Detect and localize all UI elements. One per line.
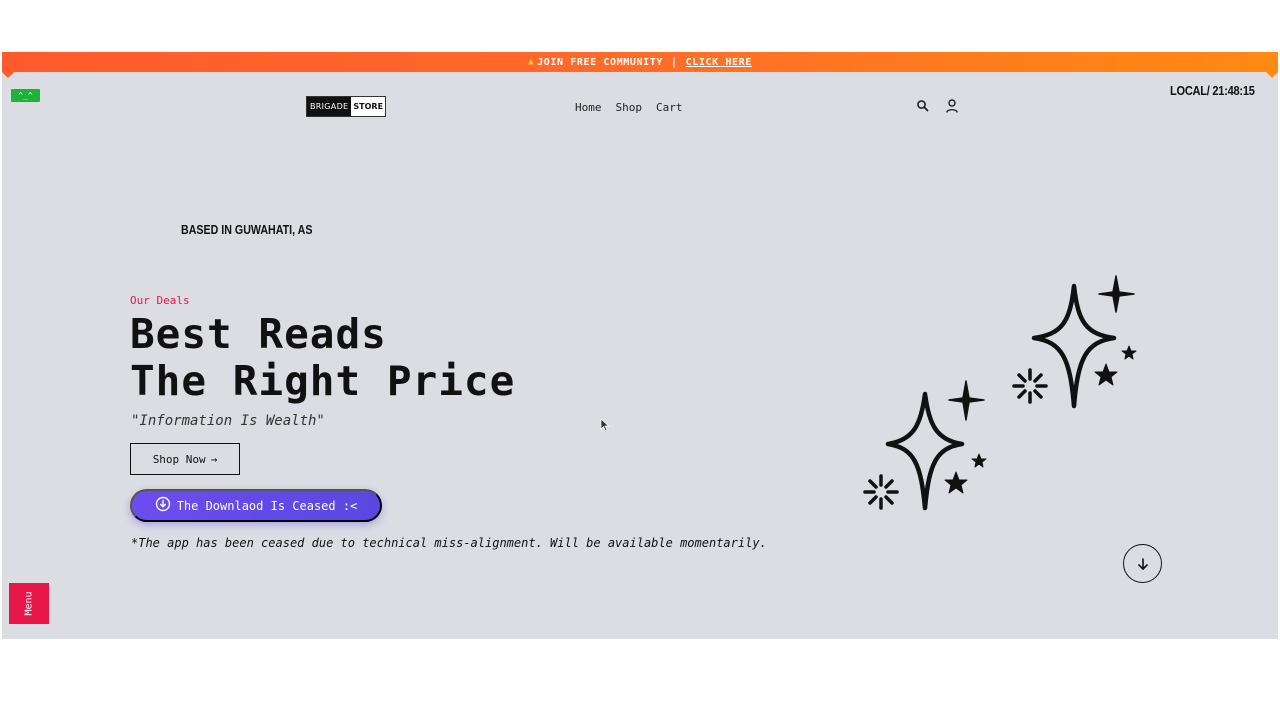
user-icon[interactable] — [944, 98, 960, 114]
brand-logo[interactable]: BRIGADE STORE — [306, 96, 386, 117]
flame-icon: ▲ — [528, 57, 535, 67]
logo-store: STORE — [353, 102, 384, 111]
download-button[interactable]: The Downlaod Is Ceased :< — [130, 489, 382, 522]
mouse-cursor — [600, 418, 610, 432]
headline-line-2: The Right Price — [130, 357, 516, 405]
page-viewport: ▲ JOIN FREE COMMUNITY | CLICK HERE ^_^ B… — [2, 52, 1278, 639]
search-icon[interactable] — [915, 98, 931, 114]
terminal-badge[interactable]: ^_^ — [11, 89, 40, 102]
promo-text: JOIN FREE COMMUNITY — [537, 56, 663, 68]
promo-separator: | — [670, 56, 678, 68]
main-nav: Home Shop Cart — [575, 101, 683, 114]
menu-tab-label: Menu — [23, 591, 35, 616]
nav-home[interactable]: Home — [575, 101, 602, 114]
arrow-right-icon: → — [210, 452, 218, 466]
promo-link[interactable]: CLICK HERE — [686, 57, 752, 68]
download-label: The Downlaod Is Ceased :< — [176, 498, 358, 513]
nav-cart[interactable]: Cart — [656, 101, 683, 114]
menu-tab[interactable]: Menu — [9, 583, 49, 624]
deals-eyebrow: Our Deals — [130, 294, 190, 307]
local-clock: LOCAL/ 21:48:15 — [1170, 83, 1255, 98]
nav-shop[interactable]: Shop — [616, 101, 643, 114]
hero-tagline: "Information Is Wealth" — [131, 413, 325, 429]
shop-now-label: Shop Now — [152, 452, 206, 466]
hero-headline: Best Reads The Right Price — [130, 311, 515, 405]
download-icon — [155, 496, 171, 515]
shop-now-button[interactable]: Shop Now → — [130, 443, 240, 475]
logo-brigade: BRIGADE — [307, 97, 352, 116]
scroll-down-button[interactable] — [1123, 544, 1162, 583]
promo-corner-right — [1266, 72, 1278, 78]
location-label: BASED IN GUWAHATI, AS — [181, 222, 313, 237]
ceased-notice: *The app has been ceased due to technica… — [131, 536, 767, 550]
headline-line-1: Best Reads — [130, 310, 387, 358]
arrow-down-icon — [1137, 557, 1148, 570]
promo-corner-left — [2, 72, 14, 78]
promo-banner: ▲ JOIN FREE COMMUNITY | CLICK HERE — [2, 52, 1278, 78]
sparkles-illustration — [863, 275, 1137, 511]
